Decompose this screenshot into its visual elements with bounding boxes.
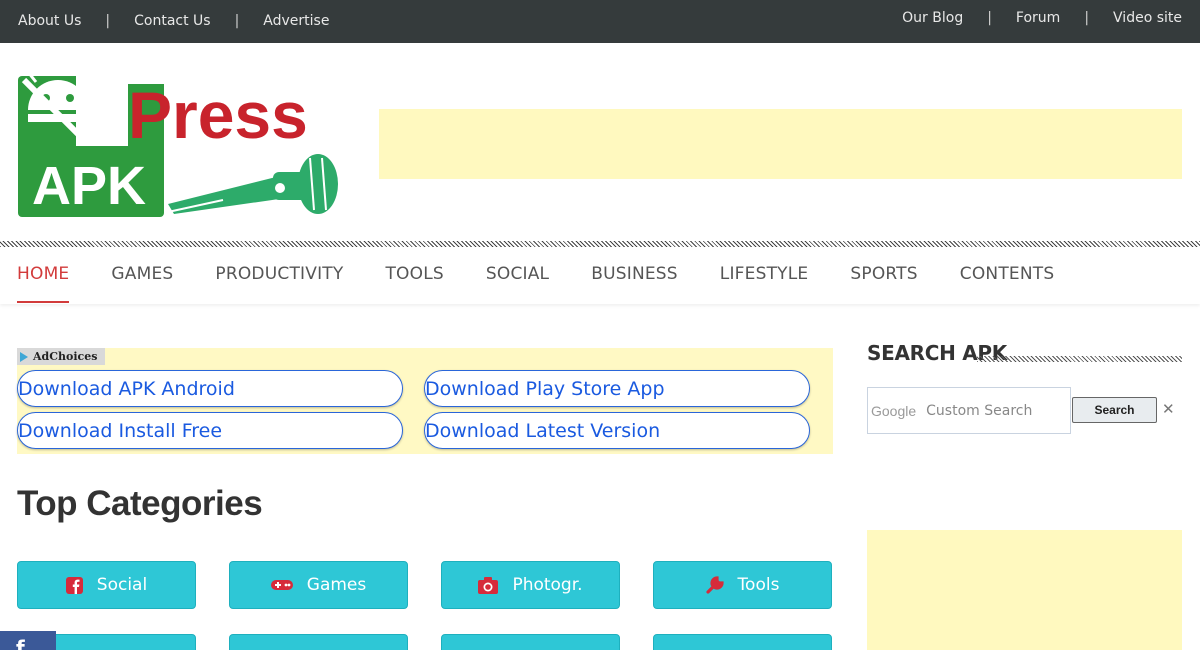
category-button[interactable] [229,634,408,650]
top-categories-title: Top Categories [17,484,263,523]
facebook-share-button[interactable]: f [0,631,56,650]
ad-link-button[interactable]: Download APK Android [17,370,403,407]
nav-item-social[interactable]: SOCIAL [486,264,549,304]
about-us-link[interactable]: About Us [18,13,81,29]
contact-us-link[interactable]: Contact Us [134,13,210,29]
adchoices-badge[interactable]: AdChoices [17,348,105,365]
microphone-icon [167,154,338,214]
ad-links-block: AdChoices Download APK Android Download … [17,348,833,454]
nav-item-contents[interactable]: CONTENTS [960,264,1055,304]
top-bar-right-links: Our Blog | Forum | Video site [902,10,1182,26]
separator: | [1084,10,1090,26]
adchoices-icon [20,351,28,362]
logo-graphic: APK Press [18,71,338,217]
separator: | [987,10,992,26]
nav-item-home[interactable]: HOME [17,264,70,303]
nav-item-productivity[interactable]: PRODUCTIVITY [215,264,343,304]
category-label: Games [306,575,367,595]
ad-link-button[interactable]: Download Latest Version [424,412,810,449]
our-blog-link[interactable]: Our Blog [902,10,963,26]
facebook-square-icon [65,576,83,594]
category-button-games[interactable]: Games [229,561,408,609]
custom-search-box: Google [867,387,1071,434]
category-label: Photogr. [512,575,583,595]
top-bar-left-links: About Us | Contact Us | Advertise [18,13,329,29]
camera-icon [478,576,499,594]
search-input[interactable] [926,402,1047,419]
wrench-icon [705,576,724,594]
category-button-photography[interactable]: Photogr. [441,561,620,609]
separator: | [105,13,111,29]
category-button[interactable] [441,634,620,650]
nav-item-tools[interactable]: TOOLS [385,264,443,304]
forum-link[interactable]: Forum [1016,10,1060,26]
close-icon[interactable]: ✕ [1162,400,1175,418]
facebook-icon: f [16,636,25,650]
search-button[interactable]: Search [1072,397,1157,423]
ad-link-button[interactable]: Download Install Free [17,412,403,449]
category-label: Tools [737,575,780,595]
nav-item-business[interactable]: BUSINESS [591,264,678,304]
main-nav: HOME GAMES PRODUCTIVITY TOOLS SOCIAL BUS… [0,247,1200,304]
advertise-link[interactable]: Advertise [263,13,329,29]
hatched-divider [977,356,1182,362]
video-site-link[interactable]: Video site [1113,10,1182,26]
google-logo: Google [871,402,917,419]
separator: | [234,13,240,29]
sidebar-ad[interactable] [867,530,1182,650]
nav-item-games[interactable]: GAMES [111,264,173,304]
nav-item-lifestyle[interactable]: LIFESTYLE [720,264,809,304]
top-bar: About Us | Contact Us | Advertise Our Bl… [0,0,1200,43]
category-button-social[interactable]: Social [17,561,196,609]
nav-item-sports[interactable]: SPORTS [850,264,917,304]
adchoices-label: AdChoices [33,350,98,363]
category-button-tools[interactable]: Tools [653,561,832,609]
gamepad-icon [270,578,293,592]
apkpress-logo[interactable]: APK Press [18,71,343,221]
logo-text-apk: APK [32,156,146,216]
category-label: Social [96,575,148,595]
ad-link-button[interactable]: Download Play Store App [424,370,810,407]
category-button[interactable] [653,634,832,650]
logo-text-press: Press [128,78,308,152]
header-ad-banner[interactable] [379,109,1182,179]
